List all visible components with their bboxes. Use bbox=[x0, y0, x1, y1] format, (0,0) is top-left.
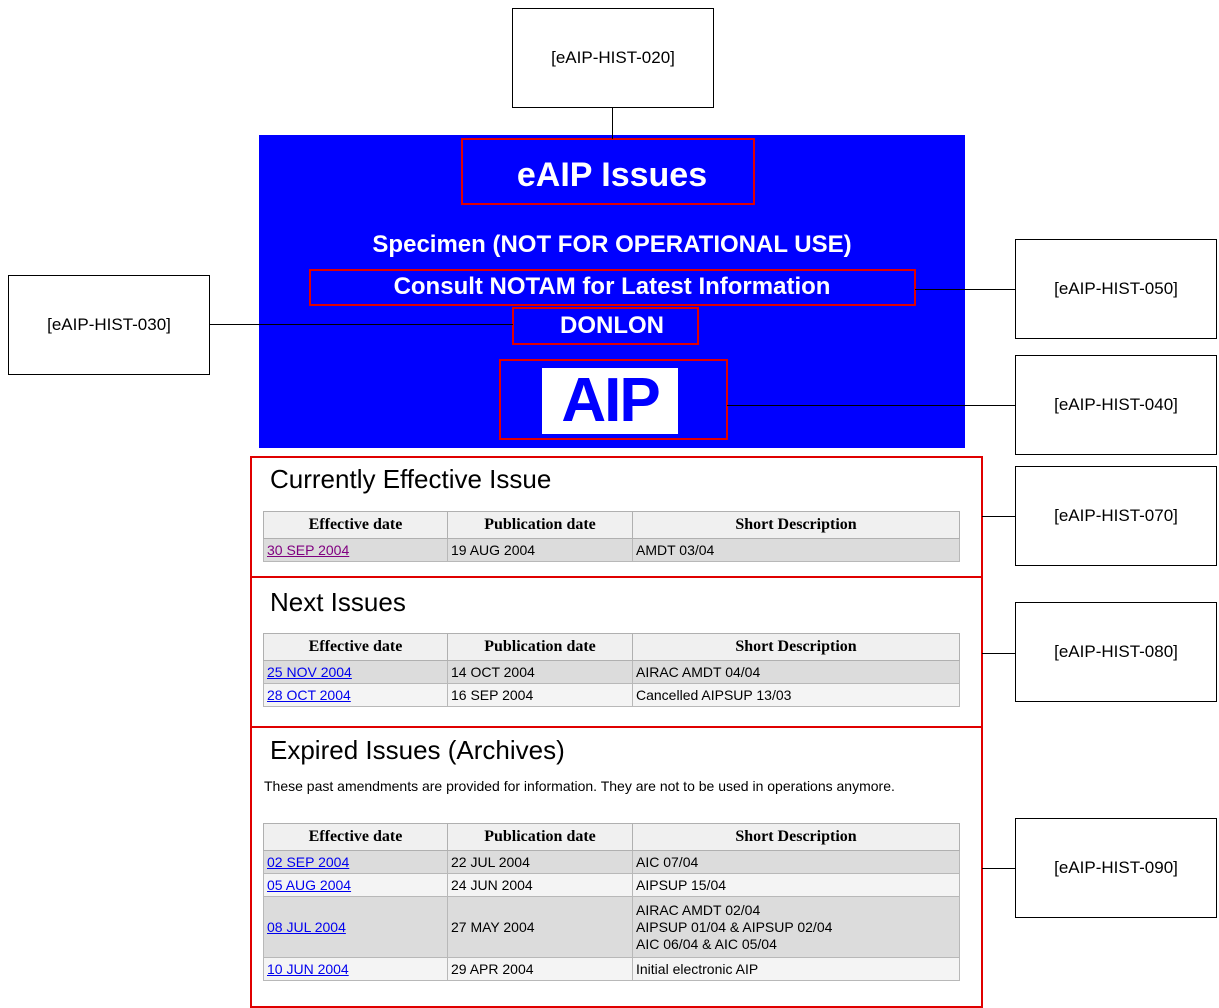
publication-date: 24 JUN 2004 bbox=[447, 873, 633, 897]
col-short-description: Short Description bbox=[632, 823, 960, 851]
publication-date: 19 AUG 2004 bbox=[447, 538, 633, 562]
col-publication-date: Publication date bbox=[447, 511, 633, 539]
current-issue-table: Effective date Publication date Short De… bbox=[263, 511, 960, 562]
connector-070 bbox=[982, 516, 1016, 517]
callout-hist-070: [eAIP-HIST-070] bbox=[1015, 466, 1217, 566]
short-description: AIC 06/04 & AIC 05/04 bbox=[636, 935, 777, 952]
short-description: AIRAC AMDT 04/04 bbox=[636, 664, 761, 680]
publication-date: 29 APR 2004 bbox=[447, 957, 633, 981]
col-short-description: Short Description bbox=[632, 511, 960, 539]
specimen-notice: Specimen (NOT FOR OPERATIONAL USE) bbox=[372, 231, 852, 258]
effective-date-link[interactable]: 05 AUG 2004 bbox=[267, 877, 351, 893]
effective-date-link[interactable]: 30 SEP 2004 bbox=[267, 542, 349, 558]
col-effective-date: Effective date bbox=[263, 823, 448, 851]
effective-date-link[interactable]: 25 NOV 2004 bbox=[267, 664, 352, 680]
effective-date-link[interactable]: 10 JUN 2004 bbox=[267, 961, 349, 977]
col-short-description: Short Description bbox=[632, 633, 960, 661]
short-description: Initial electronic AIP bbox=[636, 961, 759, 977]
table-row: 02 SEP 2004 22 JUL 2004 AIC 07/04 bbox=[263, 850, 960, 874]
short-description: AIC 07/04 bbox=[636, 854, 699, 870]
next-issues-heading: Next Issues bbox=[270, 587, 406, 617]
callout-hist-040: [eAIP-HIST-040] bbox=[1015, 355, 1217, 455]
current-issue-heading: Currently Effective Issue bbox=[270, 464, 552, 494]
col-effective-date: Effective date bbox=[263, 511, 448, 539]
expired-issues-heading: Expired Issues (Archives) bbox=[270, 735, 565, 765]
publication-date: 22 JUL 2004 bbox=[447, 850, 633, 874]
expired-note: These past amendments are provided for i… bbox=[264, 778, 895, 794]
highlight-logo bbox=[499, 359, 728, 440]
expired-issues-table: Effective date Publication date Short De… bbox=[263, 823, 960, 981]
connector-080 bbox=[982, 653, 1016, 654]
table-row: 25 NOV 2004 14 OCT 2004 AIRAC AMDT 04/04 bbox=[263, 660, 960, 684]
highlight-notam bbox=[309, 269, 916, 306]
short-description: AMDT 03/04 bbox=[636, 542, 715, 558]
col-publication-date: Publication date bbox=[447, 823, 633, 851]
publication-date: 16 SEP 2004 bbox=[447, 683, 633, 707]
connector-030 bbox=[209, 324, 513, 325]
table-row: 10 JUN 2004 29 APR 2004 Initial electron… bbox=[263, 957, 960, 981]
col-publication-date: Publication date bbox=[447, 633, 633, 661]
next-issues-table: Effective date Publication date Short De… bbox=[263, 633, 960, 707]
short-description: Cancelled AIPSUP 13/03 bbox=[636, 687, 792, 703]
short-description: AIRAC AMDT 02/04 bbox=[636, 901, 761, 918]
col-effective-date: Effective date bbox=[263, 633, 448, 661]
callout-hist-030: [eAIP-HIST-030] bbox=[8, 275, 210, 375]
table-row: 28 OCT 2004 16 SEP 2004 Cancelled AIPSUP… bbox=[263, 683, 960, 707]
table-row: 05 AUG 2004 24 JUN 2004 AIPSUP 15/04 bbox=[263, 873, 960, 897]
connector-090 bbox=[982, 868, 1016, 869]
callout-hist-050: [eAIP-HIST-050] bbox=[1015, 239, 1217, 339]
callout-hist-080: [eAIP-HIST-080] bbox=[1015, 602, 1217, 702]
effective-date-link[interactable]: 28 OCT 2004 bbox=[267, 687, 351, 703]
highlight-state bbox=[512, 307, 699, 345]
connector-050 bbox=[915, 289, 1016, 290]
connector-040 bbox=[727, 405, 1016, 406]
short-description: AIPSUP 15/04 bbox=[636, 877, 727, 893]
callout-hist-020: [eAIP-HIST-020] bbox=[512, 8, 714, 108]
table-row: 30 SEP 2004 19 AUG 2004 AMDT 03/04 bbox=[263, 538, 960, 562]
table-row: 08 JUL 2004 27 MAY 2004 AIRAC AMDT 02/04… bbox=[263, 896, 960, 958]
effective-date-link[interactable]: 08 JUL 2004 bbox=[267, 919, 346, 935]
connector-020 bbox=[612, 107, 613, 139]
short-description: AIPSUP 01/04 & AIPSUP 02/04 bbox=[636, 918, 833, 935]
callout-hist-090: [eAIP-HIST-090] bbox=[1015, 818, 1217, 918]
publication-date: 14 OCT 2004 bbox=[447, 660, 633, 684]
effective-date-link[interactable]: 02 SEP 2004 bbox=[267, 854, 349, 870]
highlight-title bbox=[461, 138, 755, 205]
publication-date: 27 MAY 2004 bbox=[447, 896, 633, 958]
